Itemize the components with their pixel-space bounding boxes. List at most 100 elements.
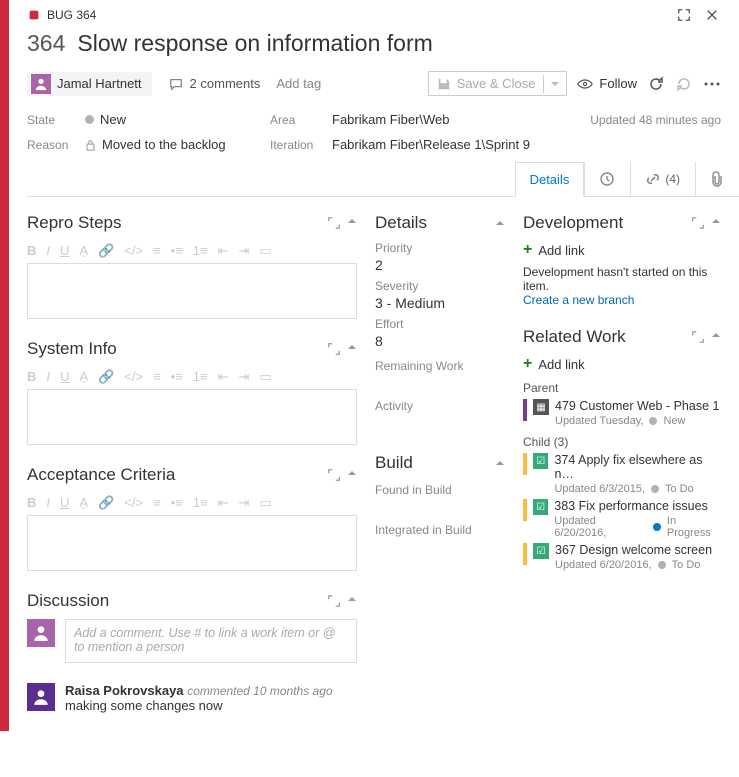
chevron-up-icon[interactable] (711, 330, 721, 344)
child-group-label: Child (3) (523, 435, 721, 449)
reason-label: Reason (27, 138, 85, 152)
priority-label: Priority (375, 241, 505, 255)
state-dot-icon (651, 485, 659, 493)
create-branch-link[interactable]: Create a new branch (523, 293, 721, 307)
speech-bubble-icon (168, 77, 184, 91)
repro-steps-editor[interactable] (27, 263, 357, 319)
found-in-label: Found in Build (375, 483, 505, 497)
effort-label: Effort (375, 317, 505, 331)
chevron-up-icon[interactable] (495, 218, 505, 228)
related-item-child[interactable]: ☑ 383 Fix performance issues Updated 6/2… (523, 499, 721, 539)
integrated-in-label: Integrated in Build (375, 523, 505, 537)
iteration-value[interactable]: Fabrikam Fiber\Release 1\Sprint 9 (332, 137, 590, 152)
section-discussion: Discussion (27, 591, 357, 611)
refresh-icon[interactable] (647, 75, 665, 93)
parent-group-label: Parent (523, 381, 721, 395)
follow-button[interactable]: Follow (577, 76, 637, 91)
chevron-up-icon[interactable] (347, 594, 357, 608)
chevron-up-icon[interactable] (347, 468, 357, 482)
avatar-icon (27, 683, 55, 711)
section-build: Build (375, 453, 505, 473)
expand-icon[interactable] (691, 330, 705, 344)
updated-text: Updated 48 minutes ago (590, 113, 721, 127)
link-icon (645, 171, 661, 187)
eye-icon (577, 77, 593, 91)
related-item-child[interactable]: ☑ 367 Design welcome screen Updated 6/20… (523, 543, 721, 571)
more-actions-icon[interactable] (703, 75, 721, 93)
state-dot-icon (658, 561, 666, 569)
add-link-dev[interactable]: +Add link (523, 241, 721, 259)
section-repro-steps: Repro Steps (27, 213, 357, 233)
history-icon (599, 171, 615, 187)
expand-icon[interactable] (327, 468, 341, 482)
work-item-id: 364 (27, 30, 65, 57)
chevron-up-icon[interactable] (495, 458, 505, 468)
related-item-parent[interactable]: ▦ 479 Customer Web - Phase 1 Updated Tue… (523, 399, 721, 427)
avatar-icon (31, 74, 51, 94)
expand-icon[interactable] (691, 216, 705, 230)
chevron-up-icon[interactable] (347, 342, 357, 356)
expand-icon[interactable] (327, 342, 341, 356)
fullscreen-icon[interactable] (675, 6, 693, 24)
tab-history[interactable] (584, 162, 630, 196)
window-type-id: BUG 364 (47, 8, 96, 22)
save-close-label: Save & Close (457, 76, 536, 91)
discussion-input[interactable]: Add a comment. Use # to link a work item… (65, 619, 357, 663)
assignee-picker[interactable]: Jamal Hartnett (27, 72, 152, 96)
add-tag-button[interactable]: Add tag (276, 76, 321, 91)
commenter-name: Raisa Pokrovskaya (65, 683, 184, 698)
assignee-name: Jamal Hartnett (57, 76, 142, 91)
severity-value[interactable]: 3 - Medium (375, 295, 505, 311)
save-icon (437, 77, 451, 91)
task-icon: ☑ (533, 453, 549, 469)
tab-links[interactable]: (4) (630, 162, 695, 196)
rte-toolbar[interactable]: BIUA̱🔗</>≡•≡1≡⇤⇥▭ (27, 241, 357, 263)
remaining-label: Remaining Work (375, 359, 505, 373)
avatar-icon (27, 619, 55, 647)
task-icon: ☑ (533, 499, 548, 515)
area-label: Area (270, 113, 332, 127)
severity-label: Severity (375, 279, 505, 293)
work-item-title[interactable]: Slow response on information form (77, 30, 432, 57)
bug-icon (27, 8, 41, 22)
color-bar (523, 399, 527, 421)
section-related-work: Related Work (523, 327, 721, 347)
epic-icon: ▦ (533, 399, 549, 415)
effort-value[interactable]: 8 (375, 333, 505, 349)
rte-toolbar[interactable]: BIUA̱🔗</>≡•≡1≡⇤⇥▭ (27, 493, 357, 515)
add-link-related[interactable]: +Add link (523, 355, 721, 373)
lock-icon (85, 139, 96, 151)
save-close-dropdown (543, 75, 566, 93)
expand-icon[interactable] (327, 216, 341, 230)
tab-attachments[interactable] (695, 162, 739, 196)
plus-icon: + (523, 355, 532, 373)
reason-value[interactable]: Moved to the backlog (85, 137, 270, 152)
chevron-up-icon[interactable] (711, 216, 721, 230)
related-item-child[interactable]: ☑ 374 Apply fix elsewhere as n… Updated … (523, 453, 721, 495)
tab-details[interactable]: Details (515, 162, 585, 197)
priority-value[interactable]: 2 (375, 257, 505, 273)
color-bar (523, 499, 527, 521)
system-info-editor[interactable] (27, 389, 357, 445)
comments-count: 2 comments (190, 76, 261, 91)
undo-icon[interactable] (675, 75, 693, 93)
state-dot-icon (85, 115, 94, 124)
area-value[interactable]: Fabrikam Fiber\Web (332, 112, 590, 127)
task-icon: ☑ (533, 543, 549, 559)
iteration-label: Iteration (270, 138, 332, 152)
state-dot-icon (649, 417, 657, 425)
close-icon[interactable] (703, 6, 721, 24)
plus-icon: + (523, 241, 532, 259)
acceptance-editor[interactable] (27, 515, 357, 571)
dev-empty-msg: Development hasn't started on this item. (523, 265, 721, 293)
state-value[interactable]: New (85, 112, 270, 127)
activity-label: Activity (375, 399, 505, 413)
save-and-close-button: Save & Close (428, 71, 568, 96)
rte-toolbar[interactable]: BIUA̱🔗</>≡•≡1≡⇤⇥▭ (27, 367, 357, 389)
comments-link[interactable]: 2 comments (168, 76, 261, 91)
chevron-up-icon[interactable] (347, 216, 357, 230)
expand-icon[interactable] (327, 594, 341, 608)
section-acceptance: Acceptance Criteria (27, 465, 357, 485)
comment-meta: commented 10 months ago (187, 684, 332, 698)
section-system-info: System Info (27, 339, 357, 359)
